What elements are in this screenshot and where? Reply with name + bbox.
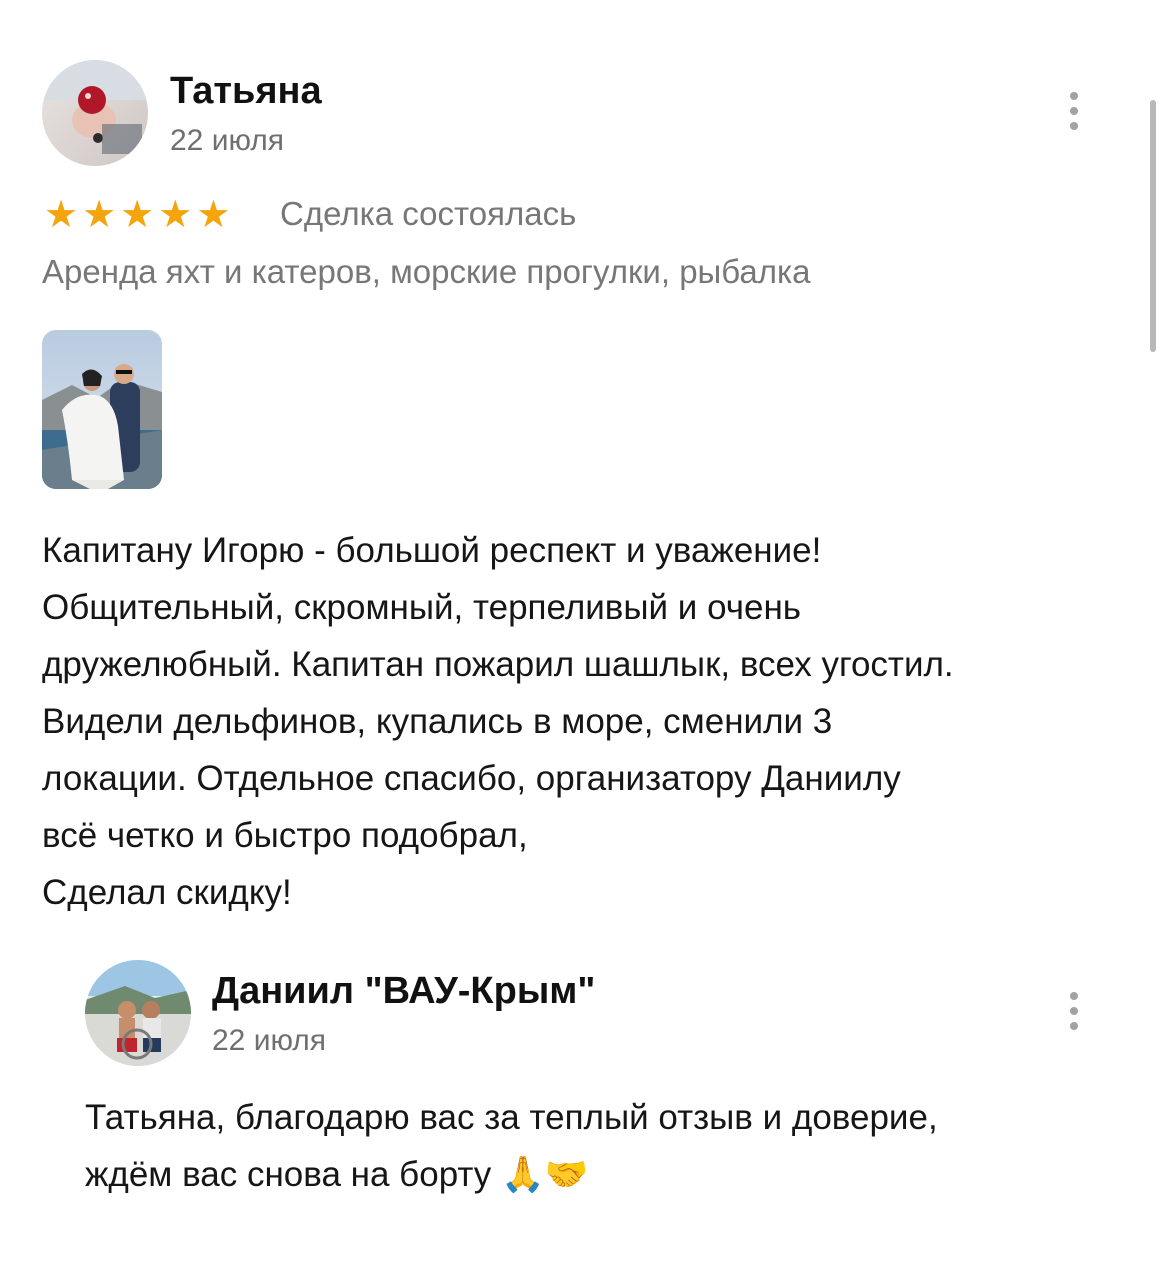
review-photo-thumbnail[interactable] xyxy=(42,330,162,489)
reply-text-line: Татьяна, благодарю вас за теплый отзыв и… xyxy=(85,1098,938,1137)
star-icon: ★ xyxy=(158,192,193,236)
review-text: Капитану Игорю - большой респект и уваже… xyxy=(42,522,1132,921)
reply-text-line: ждём вас снова на борту 🙏🤝 xyxy=(85,1155,589,1194)
star-icon: ★ xyxy=(82,192,117,236)
replier-name[interactable]: Даниил "ВАУ-Крым" xyxy=(212,970,595,1012)
more-vertical-icon xyxy=(1070,992,1078,1000)
review-text-line: всё четко и быстро подобрал, xyxy=(42,816,528,855)
reply-menu-button[interactable] xyxy=(1066,992,1082,1030)
star-icon: ★ xyxy=(44,192,79,236)
review-text-line: локации. Отдельное спасибо, организатору… xyxy=(42,759,901,798)
review-date: 22 июля xyxy=(170,124,285,157)
review-text-line: Капитану Игорю - большой респект и уваже… xyxy=(42,531,822,570)
star-icon: ★ xyxy=(120,192,155,236)
review-category: Аренда яхт и катеров, морские прогулки, … xyxy=(42,253,811,290)
review-text-line: Сделал скидку! xyxy=(42,873,292,912)
replier-avatar[interactable] xyxy=(85,960,191,1066)
review-text-line: дружелюбный. Капитан пожарил шашлык, все… xyxy=(42,645,954,684)
star-icon: ★ xyxy=(196,192,231,236)
review-menu-button[interactable] xyxy=(1066,92,1082,130)
review-text-line: Видели дельфинов, купались в море, смени… xyxy=(42,702,833,741)
rating-stars: ★ ★ ★ ★ ★ xyxy=(44,195,230,233)
reviewer-name[interactable]: Татьяна xyxy=(170,70,322,112)
reviewer-avatar[interactable] xyxy=(42,60,148,166)
more-vertical-icon xyxy=(1070,92,1078,100)
reply-date: 22 июля xyxy=(212,1024,327,1057)
scrollbar[interactable] xyxy=(1150,100,1156,352)
review-text-line: Общительный, скромный, терпеливый и очен… xyxy=(42,588,802,627)
deal-status: Сделка состоялась xyxy=(280,195,577,232)
reply-text: Татьяна, благодарю вас за теплый отзыв и… xyxy=(85,1089,1145,1203)
